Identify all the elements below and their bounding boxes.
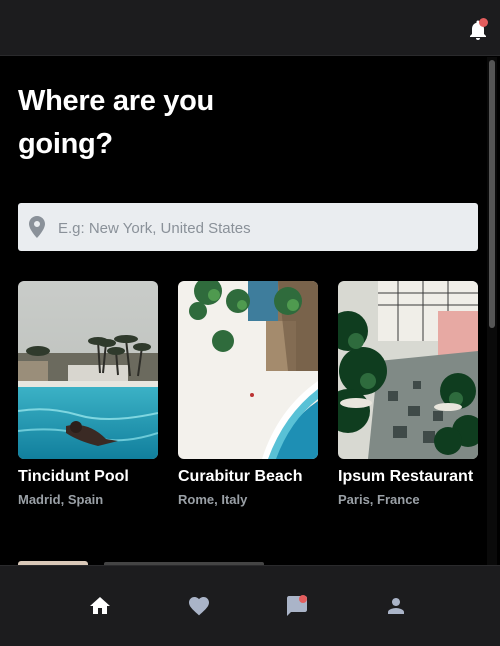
place-title: Tincidunt Pool xyxy=(18,468,129,485)
person-icon[interactable] xyxy=(384,594,408,618)
home-icon[interactable] xyxy=(88,594,112,618)
place-title: Curabitur Beach xyxy=(178,468,303,485)
scrollbar-thumb[interactable] xyxy=(489,60,495,328)
notification-badge xyxy=(479,18,488,27)
chat-badge xyxy=(299,595,307,603)
place-location: Rome, Italy xyxy=(178,492,248,507)
place-card[interactable]: Ipsum Restaurant Paris, France xyxy=(338,281,478,511)
place-image xyxy=(178,281,318,459)
map-pin-icon xyxy=(29,216,45,238)
top-app-bar xyxy=(0,0,500,56)
page-title: Where are you going? xyxy=(18,85,214,160)
bottom-navigation xyxy=(0,565,500,646)
heart-icon[interactable] xyxy=(187,594,211,618)
search-input[interactable] xyxy=(56,203,470,253)
place-card[interactable]: Curabitur Beach Rome, Italy xyxy=(178,281,318,511)
place-location: Paris, France xyxy=(338,492,420,507)
place-image xyxy=(338,281,478,459)
place-location: Madrid, Spain xyxy=(18,492,104,507)
place-title: Ipsum Restaurant xyxy=(338,468,474,485)
place-image xyxy=(18,281,158,459)
place-card[interactable]: Tincidunt Pool Madrid, Spain xyxy=(18,281,158,511)
